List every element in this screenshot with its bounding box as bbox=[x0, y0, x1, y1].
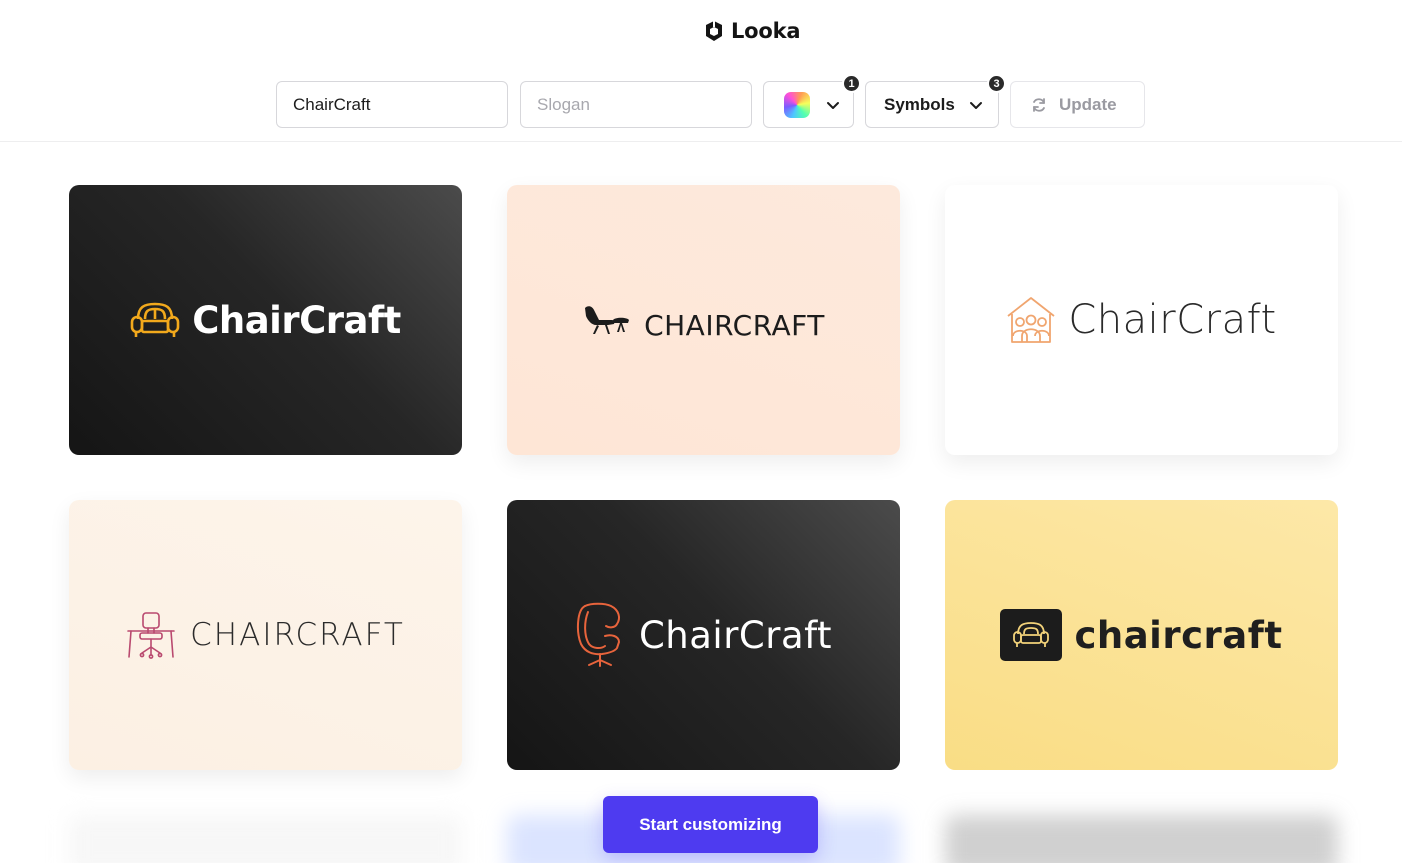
house-people-icon bbox=[1007, 297, 1055, 343]
egg-chair-icon bbox=[576, 602, 620, 667]
looka-logo-icon bbox=[706, 21, 722, 41]
logo-preview: CHAIRCRAFT bbox=[126, 611, 405, 659]
start-customizing-button[interactable]: Start customizing bbox=[603, 796, 818, 853]
logo-wordmark: ChairCraft bbox=[192, 298, 401, 342]
logo-preview: CHAIRCRAFT bbox=[582, 299, 825, 342]
logo-card-faded bbox=[945, 815, 1338, 863]
slogan-input[interactable] bbox=[521, 94, 751, 115]
chevron-down-icon bbox=[969, 101, 982, 109]
logo-card[interactable]: ChairCraft bbox=[507, 500, 900, 770]
color-swatch-icon bbox=[784, 91, 810, 118]
logo-card[interactable]: ChairCraft bbox=[945, 185, 1338, 455]
sofa-icon bbox=[1013, 622, 1050, 647]
sofa-icon-badge bbox=[1000, 609, 1063, 661]
logo-card[interactable]: chaircraft bbox=[945, 500, 1338, 770]
brand-name: Looka bbox=[731, 19, 801, 43]
logo-wordmark: chaircraft bbox=[1074, 613, 1283, 657]
update-label: Update bbox=[1059, 94, 1117, 114]
refresh-icon bbox=[1033, 97, 1045, 112]
logo-card[interactable]: CHAIRCRAFT bbox=[507, 185, 900, 455]
logo-wordmark: ChairCraft bbox=[638, 613, 833, 657]
top-bar: Looka 1 Symbols 3 Update bbox=[0, 0, 1402, 142]
symbols-count-badge: 3 bbox=[987, 74, 1006, 93]
logo-preview: ChairCraft bbox=[130, 299, 401, 342]
brand-logo[interactable]: Looka bbox=[703, 18, 801, 44]
symbols-label: Symbols bbox=[884, 94, 955, 114]
symbols-dropdown-button[interactable]: Symbols bbox=[865, 81, 999, 128]
lounge-chair-icon bbox=[585, 306, 630, 334]
company-name-input[interactable] bbox=[277, 94, 507, 115]
logo-wordmark: CHAIRCRAFT bbox=[644, 308, 825, 342]
logo-wordmark: CHAIRCRAFT bbox=[190, 617, 405, 653]
color-count-badge: 1 bbox=[842, 74, 861, 93]
logo-card-faded bbox=[69, 815, 462, 863]
desk-chair-icon bbox=[127, 612, 175, 659]
logo-wordmark: ChairCraft bbox=[1068, 297, 1277, 343]
logo-card[interactable]: CHAIRCRAFT bbox=[69, 500, 462, 770]
armchair-icon bbox=[130, 302, 180, 337]
slogan-field[interactable] bbox=[520, 81, 752, 128]
color-picker-button[interactable] bbox=[763, 81, 854, 128]
logo-preview: ChairCraft bbox=[575, 602, 832, 668]
company-name-field[interactable] bbox=[276, 81, 508, 128]
chevron-down-icon bbox=[827, 101, 839, 109]
logo-preview: ChairCraft bbox=[1006, 296, 1276, 344]
update-button[interactable]: Update bbox=[1010, 81, 1145, 128]
logo-card[interactable]: ChairCraft bbox=[69, 185, 462, 455]
logo-preview: chaircraft bbox=[1000, 609, 1282, 661]
